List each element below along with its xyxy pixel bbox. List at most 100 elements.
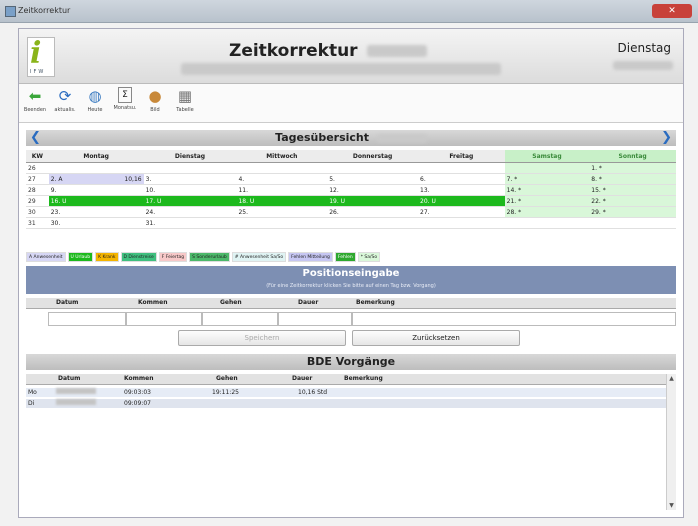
day-cell[interactable]: 12.: [327, 184, 418, 196]
bde-titlebar: BDE Vorgänge: [26, 354, 676, 370]
header: i IFW Zeitkorrektur Dienstag: [19, 29, 683, 84]
date-redacted: [56, 388, 96, 394]
day-cell[interactable]: 21. *: [504, 195, 590, 207]
day-cell[interactable]: 20. U: [418, 195, 505, 207]
day-cell[interactable]: 4.: [236, 173, 328, 185]
position-entry-header: Positionseingabe (Für eine Zeitkorrektur…: [26, 266, 676, 294]
legend-item: A Anwesenheit: [26, 252, 66, 262]
kommen-input[interactable]: [126, 312, 202, 326]
date-redacted: [56, 399, 96, 405]
day-cell[interactable]: 2. A 10,16: [48, 173, 144, 185]
day-cell[interactable]: 30.: [48, 217, 144, 229]
globe-icon: ◍: [88, 87, 102, 105]
day-cell[interactable]: 3.: [143, 173, 237, 185]
reset-button[interactable]: Zurücksetzen: [352, 330, 520, 346]
dauer-input[interactable]: [278, 312, 352, 326]
calendar-week-row: 30 23. 24. 25. 26. 27. 28. * 29. *: [26, 206, 676, 218]
day-cell[interactable]: [143, 162, 237, 174]
day-cell[interactable]: [418, 162, 505, 174]
day-cell[interactable]: 8. *: [589, 173, 676, 185]
legend-item: Fehlen Mitteilung: [288, 252, 333, 262]
day-cell[interactable]: 11.: [236, 184, 328, 196]
bde-scrollbar[interactable]: ▲ ▼: [666, 374, 676, 510]
scroll-down-icon[interactable]: ▼: [667, 501, 676, 510]
day-cell[interactable]: 14. *: [504, 184, 590, 196]
bde-title: BDE Vorgänge: [306, 355, 396, 368]
date-input[interactable]: [48, 312, 126, 326]
day-cell[interactable]: 28. *: [504, 206, 590, 218]
day-cell[interactable]: [504, 162, 590, 174]
person-icon: ●: [148, 87, 162, 105]
day-cell[interactable]: [327, 217, 418, 229]
day-cell[interactable]: [236, 162, 328, 174]
bde-columns: Datum Kommen Gehen Dauer Bemerkung: [26, 374, 666, 385]
day-cell[interactable]: 23.: [48, 206, 144, 218]
day-cell[interactable]: 7. *: [504, 173, 590, 185]
page-title: Zeitkorrektur: [229, 41, 428, 61]
day-cell[interactable]: 16. U: [48, 195, 144, 207]
day-cell[interactable]: 5.: [327, 173, 418, 185]
day-cell[interactable]: 25.: [236, 206, 328, 218]
logo: i IFW: [27, 36, 55, 77]
next-month-arrow-icon[interactable]: ❯: [661, 130, 672, 146]
day-cell[interactable]: 19. U: [327, 195, 418, 207]
day-cell[interactable]: [418, 217, 505, 229]
day-cell[interactable]: 18. U: [236, 195, 328, 207]
picture-button[interactable]: ● Bild: [143, 87, 167, 113]
window-title: Zeitkorrektur: [18, 6, 71, 15]
legend-item: F Feiertag: [158, 252, 188, 262]
table-icon: ▦: [177, 87, 193, 105]
day-cell[interactable]: 29. *: [589, 206, 676, 218]
day-cell[interactable]: 9.: [48, 184, 144, 196]
day-cell[interactable]: 13.: [418, 184, 505, 196]
table-row[interactable]: Di 09:09:07: [26, 399, 666, 408]
today-button[interactable]: ◍ Heute: [83, 87, 107, 113]
position-entry-columns: Datum Kommen Gehen Dauer Bemerkung: [26, 298, 676, 309]
monthly-summary-button[interactable]: Σ Monatsu.: [113, 87, 137, 111]
legend-item: * Sa/So: [357, 252, 381, 262]
legend-item: S Sonderurlaub: [189, 252, 230, 262]
calendar-week-row: 26 1. *: [26, 162, 676, 174]
day-cell[interactable]: 15. *: [589, 184, 676, 196]
employee-info-redacted: [181, 63, 501, 75]
current-date-redacted: [613, 61, 673, 70]
current-day: Dienstag: [617, 41, 672, 55]
day-cell[interactable]: 10.: [143, 184, 237, 196]
position-entry-hint: (Für eine Zeitkorrektur klicken Sie bitt…: [266, 283, 436, 289]
exit-button[interactable]: ⬅ Beenden: [23, 87, 47, 113]
legend-item: U Urlaub: [67, 252, 94, 262]
legend-item: Fehlen: [334, 252, 356, 262]
legend-item: # Anwesenheit Sa/So: [231, 252, 287, 262]
day-cell[interactable]: [327, 162, 418, 174]
day-cell[interactable]: 17. U: [143, 195, 237, 207]
calendar-week-row: 27 2. A 10,16 3. 4. 5. 6. 7. * 8. *: [26, 173, 676, 185]
day-cell[interactable]: 24.: [143, 206, 237, 218]
day-cell[interactable]: 27.: [418, 206, 505, 218]
day-cell[interactable]: [589, 217, 676, 229]
scroll-up-icon[interactable]: ▲: [667, 374, 676, 383]
bemerkung-input[interactable]: [352, 312, 676, 326]
sigma-icon: Σ: [118, 87, 132, 103]
day-cell[interactable]: 6.: [418, 173, 505, 185]
day-cell[interactable]: [48, 162, 144, 174]
day-cell[interactable]: 26.: [327, 206, 418, 218]
calendar-table: KW Montag Dienstag Mittwoch Donnerstag F…: [26, 150, 676, 229]
gehen-input[interactable]: [202, 312, 278, 326]
day-cell[interactable]: 31.: [143, 217, 237, 229]
window-titlebar: Zeitkorrektur ✕: [0, 0, 698, 23]
legend-item: D Dienstreise: [120, 252, 157, 262]
table-button[interactable]: ▦ Tabelle: [173, 87, 197, 113]
position-entry-title: Positionseingabe: [302, 268, 400, 279]
save-button[interactable]: Speichern: [178, 330, 346, 346]
day-cell[interactable]: [236, 217, 328, 229]
refresh-button[interactable]: ⟳ aktualis.: [53, 87, 77, 113]
toolbar: ⬅ Beenden ⟳ aktualis. ◍ Heute Σ Monatsu.…: [19, 84, 683, 123]
close-button[interactable]: ✕: [652, 4, 692, 18]
table-row[interactable]: Mo 09:03:03 19:11:25 10,16 Std: [26, 388, 666, 397]
day-cell[interactable]: [504, 217, 590, 229]
overview-title: Tagesübersicht: [275, 131, 370, 144]
day-cell[interactable]: 1. *: [589, 162, 676, 174]
day-cell[interactable]: 22. *: [589, 195, 676, 207]
calendar-header-row: KW Montag Dienstag Mittwoch Donnerstag F…: [26, 150, 676, 163]
prev-month-arrow-icon[interactable]: ❮: [30, 130, 41, 146]
